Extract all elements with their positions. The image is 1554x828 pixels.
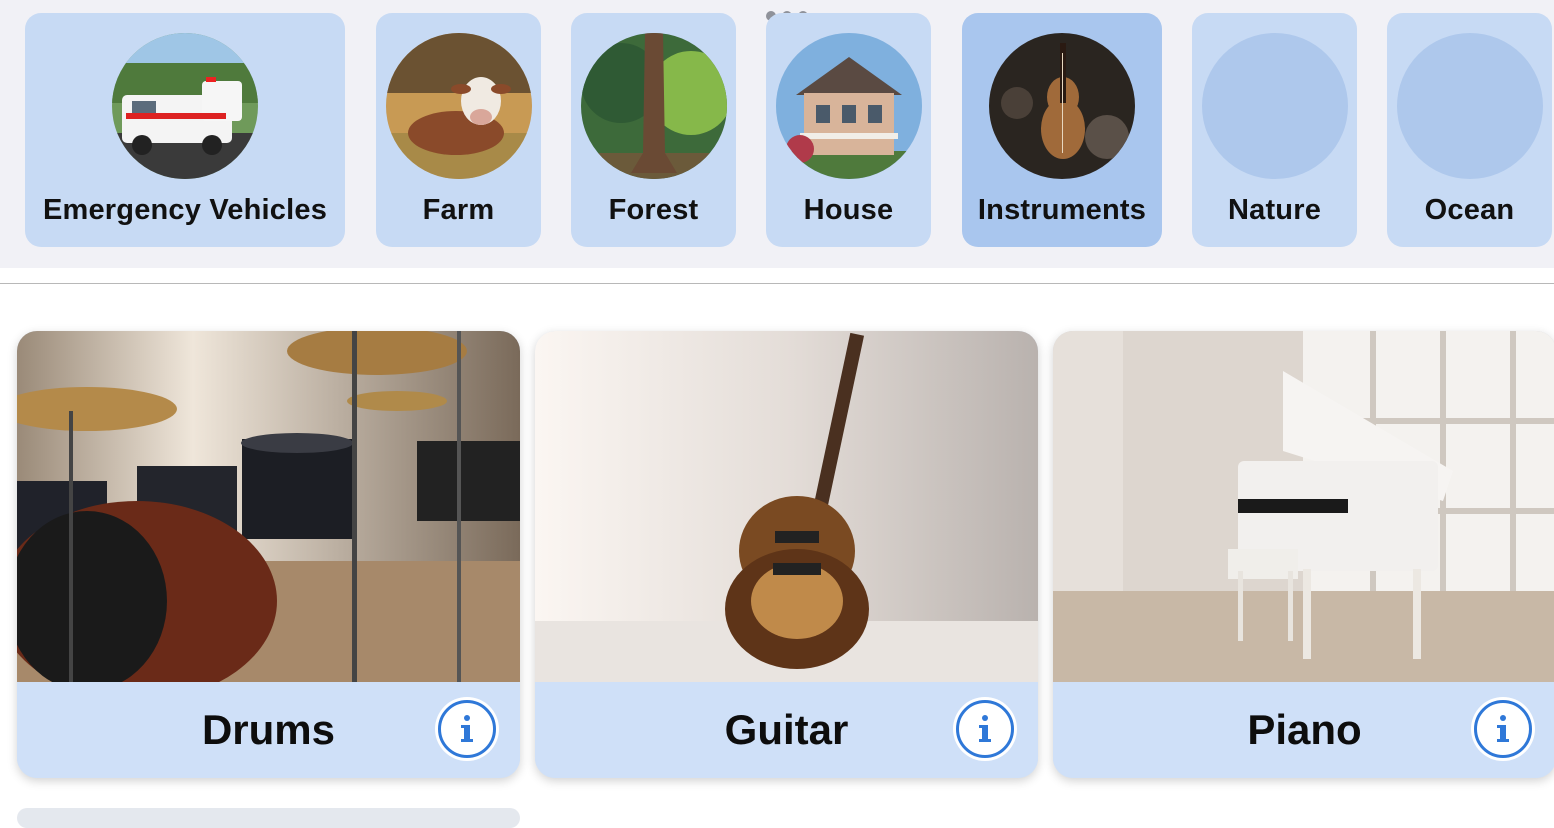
category-bar: Emergency Vehicles Farm Forest House Ins… bbox=[0, 0, 1554, 268]
cow-icon bbox=[385, 33, 532, 179]
info-button[interactable] bbox=[956, 700, 1014, 758]
category-label: Forest bbox=[608, 194, 699, 226]
next-card-peek bbox=[17, 808, 520, 828]
info-button[interactable] bbox=[438, 700, 496, 758]
category-label: Emergency Vehicles bbox=[42, 194, 328, 226]
card-footer: Guitar bbox=[535, 682, 1038, 778]
category-farm[interactable]: Farm bbox=[376, 13, 541, 247]
card-title: Piano bbox=[1247, 706, 1362, 753]
card-footer: Piano bbox=[1053, 682, 1554, 778]
drum-kit-icon bbox=[17, 331, 520, 682]
violin-icon bbox=[989, 33, 1135, 179]
category-label: Nature bbox=[1227, 194, 1322, 226]
house-icon bbox=[775, 33, 922, 179]
placeholder-icon bbox=[1201, 33, 1348, 179]
category-label: Ocean bbox=[1424, 194, 1515, 226]
card-footer: Drums bbox=[17, 682, 520, 778]
category-label: House bbox=[803, 194, 894, 226]
category-house[interactable]: House bbox=[766, 13, 931, 247]
card-title: Drums bbox=[201, 706, 336, 753]
info-icon bbox=[461, 715, 473, 742]
info-button[interactable] bbox=[1474, 700, 1532, 758]
sound-card-piano[interactable]: Piano bbox=[1053, 331, 1554, 778]
category-label: Farm bbox=[422, 194, 495, 226]
category-ocean[interactable]: Ocean bbox=[1387, 13, 1552, 247]
category-label: Instruments bbox=[977, 194, 1147, 226]
sound-card-guitar[interactable]: Guitar bbox=[535, 331, 1038, 778]
card-title: Guitar bbox=[724, 706, 849, 753]
grand-piano-icon bbox=[1053, 331, 1554, 682]
ambulance-icon bbox=[112, 33, 258, 179]
tree-icon bbox=[580, 33, 727, 179]
info-icon bbox=[1497, 715, 1509, 742]
placeholder-icon bbox=[1396, 33, 1543, 179]
divider bbox=[0, 283, 1554, 284]
category-nature[interactable]: Nature bbox=[1192, 13, 1357, 247]
sound-card-drums[interactable]: Drums bbox=[17, 331, 520, 778]
category-emergency-vehicles[interactable]: Emergency Vehicles bbox=[25, 13, 345, 247]
category-forest[interactable]: Forest bbox=[571, 13, 736, 247]
category-instruments[interactable]: Instruments bbox=[962, 13, 1162, 247]
info-icon bbox=[979, 715, 991, 742]
guitar-icon bbox=[535, 331, 1038, 682]
